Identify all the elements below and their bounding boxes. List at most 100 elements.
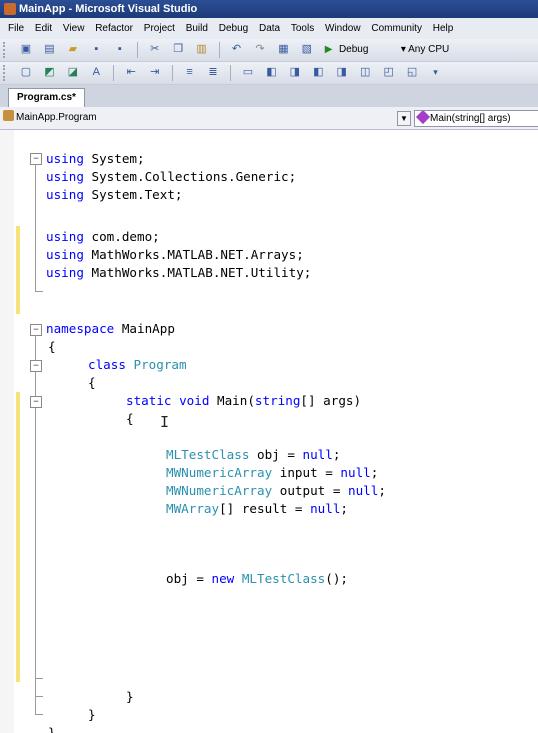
toolbar-separator <box>218 42 220 58</box>
complete-word-icon[interactable]: A <box>89 65 104 80</box>
visual-studio-window: MainApp - Microsoft Visual Studio File E… <box>0 0 538 733</box>
open-file-icon[interactable]: ▰ <box>65 42 80 57</box>
code-text: [] args) <box>300 393 362 408</box>
cut-icon[interactable]: ✂ <box>147 42 162 57</box>
toolbar-options-icon[interactable]: ▾ <box>428 65 443 80</box>
menu-help[interactable]: Help <box>425 18 454 39</box>
code-text: } <box>126 689 134 704</box>
navigation-bar: MainApp.Program ▼ Main(string[] args) <box>0 107 538 130</box>
code-text: (); <box>325 571 348 586</box>
outline-guide <box>35 335 36 715</box>
decrease-indent-icon[interactable]: ⇤ <box>124 65 139 80</box>
title-bar: MainApp - Microsoft Visual Studio <box>0 0 538 18</box>
outline-guide <box>35 291 43 292</box>
change-bar <box>16 226 20 314</box>
collapse-icon[interactable]: − <box>30 360 42 372</box>
save-icon[interactable]: ▪ <box>89 42 104 57</box>
mouse-ibeam-cursor-icon: I <box>160 413 170 431</box>
uncomment-icon[interactable]: ≣ <box>206 65 221 80</box>
toolbar-separator <box>171 65 173 81</box>
menu-file[interactable]: File <box>0 18 24 39</box>
change-bar <box>16 392 20 682</box>
type-selector[interactable]: MainApp.Program <box>3 110 97 125</box>
code-keyword: namespace <box>46 321 115 336</box>
code-line-1: using System; <box>46 150 145 168</box>
code-keyword: null <box>302 447 333 462</box>
add-project-icon[interactable]: ▣ <box>18 42 33 57</box>
outline-guide <box>35 164 36 292</box>
code-text: ; <box>370 465 379 480</box>
redo-icon[interactable]: ↷ <box>252 42 267 57</box>
menu-view[interactable]: View <box>55 18 85 39</box>
collapse-icon[interactable]: − <box>30 153 42 165</box>
code-keyword: static void <box>126 393 210 408</box>
code-text: [] result = <box>219 501 311 516</box>
code-keyword: null <box>310 501 341 516</box>
code-line-31: } <box>126 688 134 706</box>
code-keyword: using <box>46 169 84 184</box>
toolbar-grip[interactable] <box>3 65 8 81</box>
menu-community[interactable]: Community <box>363 18 422 39</box>
navigate-forward-icon[interactable]: ▧ <box>299 42 314 57</box>
code-line-20: MWArray[] result = null; <box>166 500 348 518</box>
member-selector[interactable]: Main(string[] args) <box>414 110 538 127</box>
undo-icon[interactable]: ↶ <box>229 42 244 57</box>
menu-debug[interactable]: Debug <box>211 18 248 39</box>
code-text: Main( <box>209 393 255 408</box>
code-line-33: } <box>48 724 56 733</box>
code-text: obj = <box>249 447 303 462</box>
bookmark-window-icon[interactable]: ◰ <box>381 65 396 80</box>
previous-bookmark-icon[interactable]: ◧ <box>264 65 279 80</box>
menu-project[interactable]: Project <box>136 18 175 39</box>
collapse-icon[interactable]: − <box>30 324 42 336</box>
code-keyword: null <box>340 465 371 480</box>
code-text: } <box>88 707 96 722</box>
toggle-bookmark-icon[interactable]: ▭ <box>240 65 255 80</box>
menu-bar: File Edit View Refactor Project Build De… <box>0 18 538 39</box>
code-text: ; <box>378 483 386 498</box>
clear-bookmarks-icon[interactable]: ◫ <box>358 65 373 80</box>
code-line-18: MWNumericArray input = null; <box>166 464 378 482</box>
toolbar-grip[interactable] <box>3 42 8 58</box>
menu-window[interactable]: Window <box>317 18 361 39</box>
quick-info-icon[interactable]: ◪ <box>65 65 80 80</box>
visual-studio-icon <box>4 3 16 15</box>
code-text: { <box>48 339 56 354</box>
tab-program-cs[interactable]: Program.cs* <box>8 88 85 108</box>
solution-platform-dropdown[interactable]: ▾ Any CPU <box>401 39 449 61</box>
code-type: MWNumericArray <box>166 483 273 498</box>
code-text: System.Text; <box>83 187 183 202</box>
solution-configuration-dropdown[interactable]: Debug <box>339 39 368 61</box>
menu-refactor[interactable]: Refactor <box>87 18 133 39</box>
code-type: Program <box>125 357 187 372</box>
platform-label: Any CPU <box>408 44 450 55</box>
outline-guide <box>35 678 43 679</box>
code-text: MainApp <box>114 321 175 336</box>
method-icon <box>415 111 431 125</box>
type-dropdown-arrow-icon[interactable]: ▼ <box>397 111 411 126</box>
menu-data[interactable]: Data <box>251 18 280 39</box>
next-bookmark-folder-icon[interactable]: ◨ <box>334 65 349 80</box>
previous-bookmark-folder-icon[interactable]: ◧ <box>311 65 326 80</box>
code-text: ; <box>340 501 349 516</box>
navigate-icon[interactable]: ▦ <box>276 42 291 57</box>
parameter-info-icon[interactable]: ◩ <box>42 65 57 80</box>
copy-icon[interactable]: ❐ <box>171 42 186 57</box>
menu-build[interactable]: Build <box>178 18 208 39</box>
indicator-margin <box>0 130 14 733</box>
menu-tools[interactable]: Tools <box>283 18 314 39</box>
save-all-icon[interactable]: ▪ <box>112 42 127 57</box>
increase-indent-icon[interactable]: ⇥ <box>147 65 162 80</box>
next-bookmark-icon[interactable]: ◨ <box>287 65 302 80</box>
start-debugging-icon[interactable]: ▶ <box>325 39 333 61</box>
object-members-icon[interactable]: ▢ <box>18 65 33 80</box>
add-item-icon[interactable]: ▤ <box>42 42 57 57</box>
code-editor[interactable]: − − − − using System; using System.Colle… <box>0 130 538 733</box>
code-line-24: obj = new MLTestClass(); <box>166 570 348 588</box>
find-icon[interactable]: ◱ <box>405 65 420 80</box>
paste-icon[interactable]: ▥ <box>194 42 209 57</box>
outline-guide <box>35 696 43 697</box>
comment-out-icon[interactable]: ≡ <box>182 65 197 80</box>
collapse-icon[interactable]: − <box>30 396 42 408</box>
menu-edit[interactable]: Edit <box>27 18 52 39</box>
